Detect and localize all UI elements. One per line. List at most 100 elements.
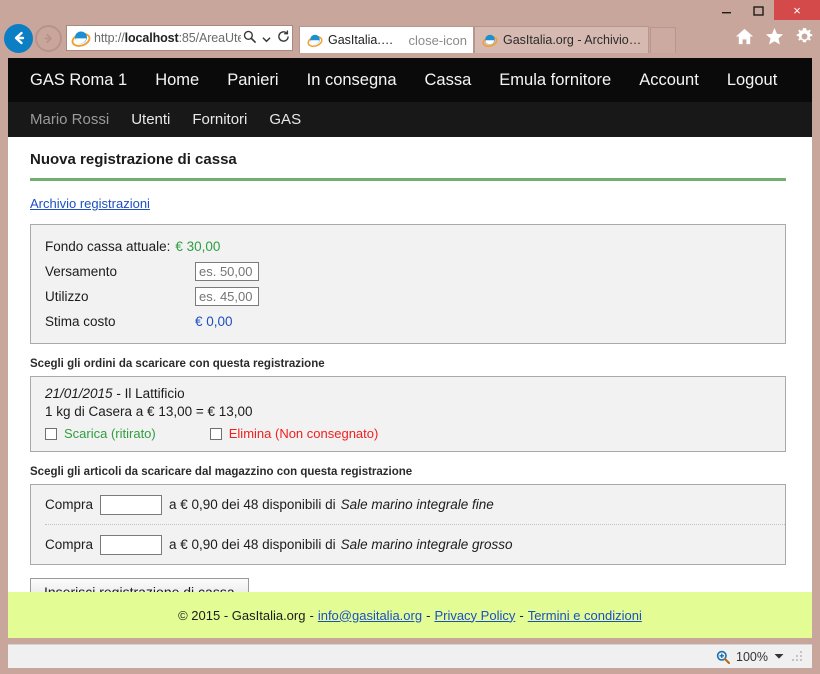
utilizzo-label: Utilizzo bbox=[45, 289, 89, 304]
zoom-control[interactable]: 100% bbox=[716, 650, 784, 664]
order-separator: - bbox=[112, 386, 125, 401]
minimize-icon bbox=[721, 11, 731, 13]
order-supplier: Il Lattificio bbox=[124, 386, 185, 401]
elimina-checkbox[interactable] bbox=[209, 427, 222, 440]
zoom-level: 100% bbox=[736, 649, 768, 664]
main-navbar: GAS Roma 1 Home Panieri In consegna Cass… bbox=[8, 58, 812, 102]
close-icon: × bbox=[793, 2, 801, 18]
nav-item-panieri[interactable]: Panieri bbox=[227, 71, 278, 90]
page-title: Nuova registrazione di cassa bbox=[30, 151, 237, 168]
order-header: 21/01/2015 - Il Lattificio bbox=[45, 386, 785, 401]
footer-copyright: © 2015 - GasItalia.org bbox=[178, 607, 306, 623]
elimina-label: Elimina (Non consegnato) bbox=[228, 426, 379, 441]
scarica-checkbox-wrap[interactable]: Scarica (ritirato) bbox=[45, 426, 156, 441]
tab-label: GasItalia.org - Archivio ... bbox=[503, 33, 642, 47]
maximize-button[interactable] bbox=[742, 0, 774, 20]
resize-grip-icon[interactable] bbox=[792, 650, 804, 663]
fondo-cassa-row: Fondo cassa attuale: € 30,00 bbox=[45, 234, 785, 259]
nav-item-logout[interactable]: Logout bbox=[727, 71, 777, 90]
minimize-button[interactable] bbox=[710, 0, 742, 20]
articolo-product-name: Sale marino integrale fine bbox=[340, 497, 494, 512]
tab-cassa[interactable]: GasItalia.org - Cassa close-icon bbox=[299, 26, 474, 53]
close-button[interactable]: × bbox=[774, 0, 820, 20]
articolo-row: Compra a € 0,90 dei 48 disponibili di Sa… bbox=[45, 524, 785, 564]
tab-close-icon[interactable]: close-icon bbox=[408, 33, 467, 48]
compra-label: Compra bbox=[45, 497, 94, 512]
subnav-item-fornitori[interactable]: Fornitori bbox=[192, 111, 247, 128]
nav-item-emula-fornitore[interactable]: Emula fornitore bbox=[499, 71, 611, 90]
articolo-row: Compra a € 0,90 dei 48 disponibili di Sa… bbox=[45, 485, 785, 524]
footer-terms-link[interactable]: Termini e condizioni bbox=[528, 608, 642, 623]
subnav-current-user: Mario Rossi bbox=[30, 111, 110, 128]
stima-costo-label: Stima costo bbox=[45, 314, 116, 329]
cassa-summary-panel: Fondo cassa attuale: € 30,00 Versamento … bbox=[30, 224, 786, 344]
refresh-icon[interactable] bbox=[275, 30, 292, 46]
fondo-cassa-value: € 30,00 bbox=[175, 239, 221, 254]
status-bar: 100% bbox=[8, 644, 812, 668]
url-rest: :85/AreaUtente/Cassa.as bbox=[178, 31, 241, 45]
utilizzo-row: Utilizzo bbox=[45, 284, 785, 309]
ordini-section-label: Scegli gli ordini da scaricare con quest… bbox=[30, 358, 325, 370]
new-tab-button[interactable] bbox=[650, 27, 676, 53]
fondo-cassa-label: Fondo cassa attuale: bbox=[45, 239, 171, 254]
compra-label: Compra bbox=[45, 537, 94, 552]
maximize-icon bbox=[752, 5, 764, 16]
articolo-mid-text: a € 0,90 dei 48 disponibili di bbox=[169, 537, 336, 552]
forward-arrow-icon bbox=[44, 33, 52, 43]
title-bar: × bbox=[0, 0, 820, 20]
nav-item-in-consegna[interactable]: In consegna bbox=[307, 71, 397, 90]
sub-navbar: Mario Rossi Utenti Fornitori GAS bbox=[8, 102, 812, 137]
url-prefix: http:// bbox=[94, 31, 125, 45]
nav-item-cassa[interactable]: Cassa bbox=[425, 71, 472, 90]
nav-item-account[interactable]: Account bbox=[639, 71, 699, 90]
forward-button[interactable] bbox=[35, 24, 62, 52]
compra-quantity-input[interactable] bbox=[100, 494, 163, 515]
scarica-checkbox[interactable] bbox=[45, 427, 57, 440]
scarica-label: Scarica (ritirato) bbox=[64, 426, 156, 441]
favorites-star-icon[interactable] bbox=[764, 26, 784, 46]
window-controls: × bbox=[710, 0, 820, 20]
articolo-mid-text: a € 0,90 dei 48 disponibili di bbox=[169, 497, 336, 512]
order-date: 21/01/2015 bbox=[45, 386, 113, 401]
versamento-label: Versamento bbox=[45, 264, 118, 279]
settings-gear-icon[interactable] bbox=[794, 26, 814, 46]
back-button[interactable] bbox=[4, 23, 33, 53]
chevron-down-icon[interactable] bbox=[774, 653, 784, 660]
home-icon[interactable] bbox=[734, 26, 754, 46]
elimina-checkbox-wrap[interactable]: Elimina (Non consegnato) bbox=[209, 426, 379, 441]
tab-strip: GasItalia.org - Cassa close-icon GasItal… bbox=[299, 23, 676, 53]
back-arrow-icon bbox=[14, 31, 24, 45]
address-bar[interactable]: http://localhost:85/AreaUtente/Cassa.as bbox=[66, 25, 293, 51]
stima-costo-value: € 0,00 bbox=[195, 314, 233, 329]
versamento-input[interactable] bbox=[195, 262, 259, 281]
footer-separator: - bbox=[309, 607, 314, 623]
nav-item-home[interactable]: Home bbox=[155, 71, 199, 90]
subnav-item-gas[interactable]: GAS bbox=[269, 111, 301, 128]
search-icon[interactable] bbox=[241, 30, 258, 46]
page-viewport: GAS Roma 1 Home Panieri In consegna Cass… bbox=[8, 58, 812, 638]
compra-quantity-input[interactable] bbox=[100, 534, 163, 555]
tab-label: GasItalia.org - Cassa bbox=[328, 33, 399, 47]
footer-email-link[interactable]: info@gasitalia.org bbox=[318, 608, 422, 623]
zoom-magnifier-icon bbox=[716, 650, 731, 664]
articoli-panel: Compra a € 0,90 dei 48 disponibili di Sa… bbox=[30, 484, 786, 565]
ordini-panel: 21/01/2015 - Il Lattificio 1 kg di Caser… bbox=[30, 376, 786, 452]
utilizzo-input[interactable] bbox=[195, 287, 259, 306]
archive-registrations-link[interactable]: Archivio registrazioni bbox=[30, 196, 150, 211]
order-detail: 1 kg di Casera a € 13,00 = € 13,00 bbox=[45, 404, 253, 419]
stima-costo-row: Stima costo € 0,00 bbox=[45, 309, 785, 334]
ie-logo-icon bbox=[482, 34, 498, 48]
tab-archivio[interactable]: GasItalia.org - Archivio ... bbox=[474, 26, 649, 53]
articoli-section-label: Scegli gli articoli da scaricare dal mag… bbox=[30, 466, 413, 478]
url-text: http://localhost:85/AreaUtente/Cassa.as bbox=[94, 31, 241, 45]
ie-logo-icon bbox=[307, 34, 323, 48]
navbar-brand[interactable]: GAS Roma 1 bbox=[30, 71, 127, 90]
page-footer: © 2015 - GasItalia.org - info@gasitalia.… bbox=[8, 592, 812, 638]
browser-toolbar-icons bbox=[734, 26, 814, 46]
page-content: Nuova registrazione di cassa Archivio re… bbox=[8, 137, 812, 606]
subnav-item-utenti[interactable]: Utenti bbox=[131, 111, 170, 128]
chevron-down-icon[interactable] bbox=[258, 31, 275, 46]
order-row: 21/01/2015 - Il Lattificio 1 kg di Caser… bbox=[45, 386, 785, 441]
footer-separator: - bbox=[426, 607, 431, 623]
footer-privacy-link[interactable]: Privacy Policy bbox=[434, 608, 515, 623]
